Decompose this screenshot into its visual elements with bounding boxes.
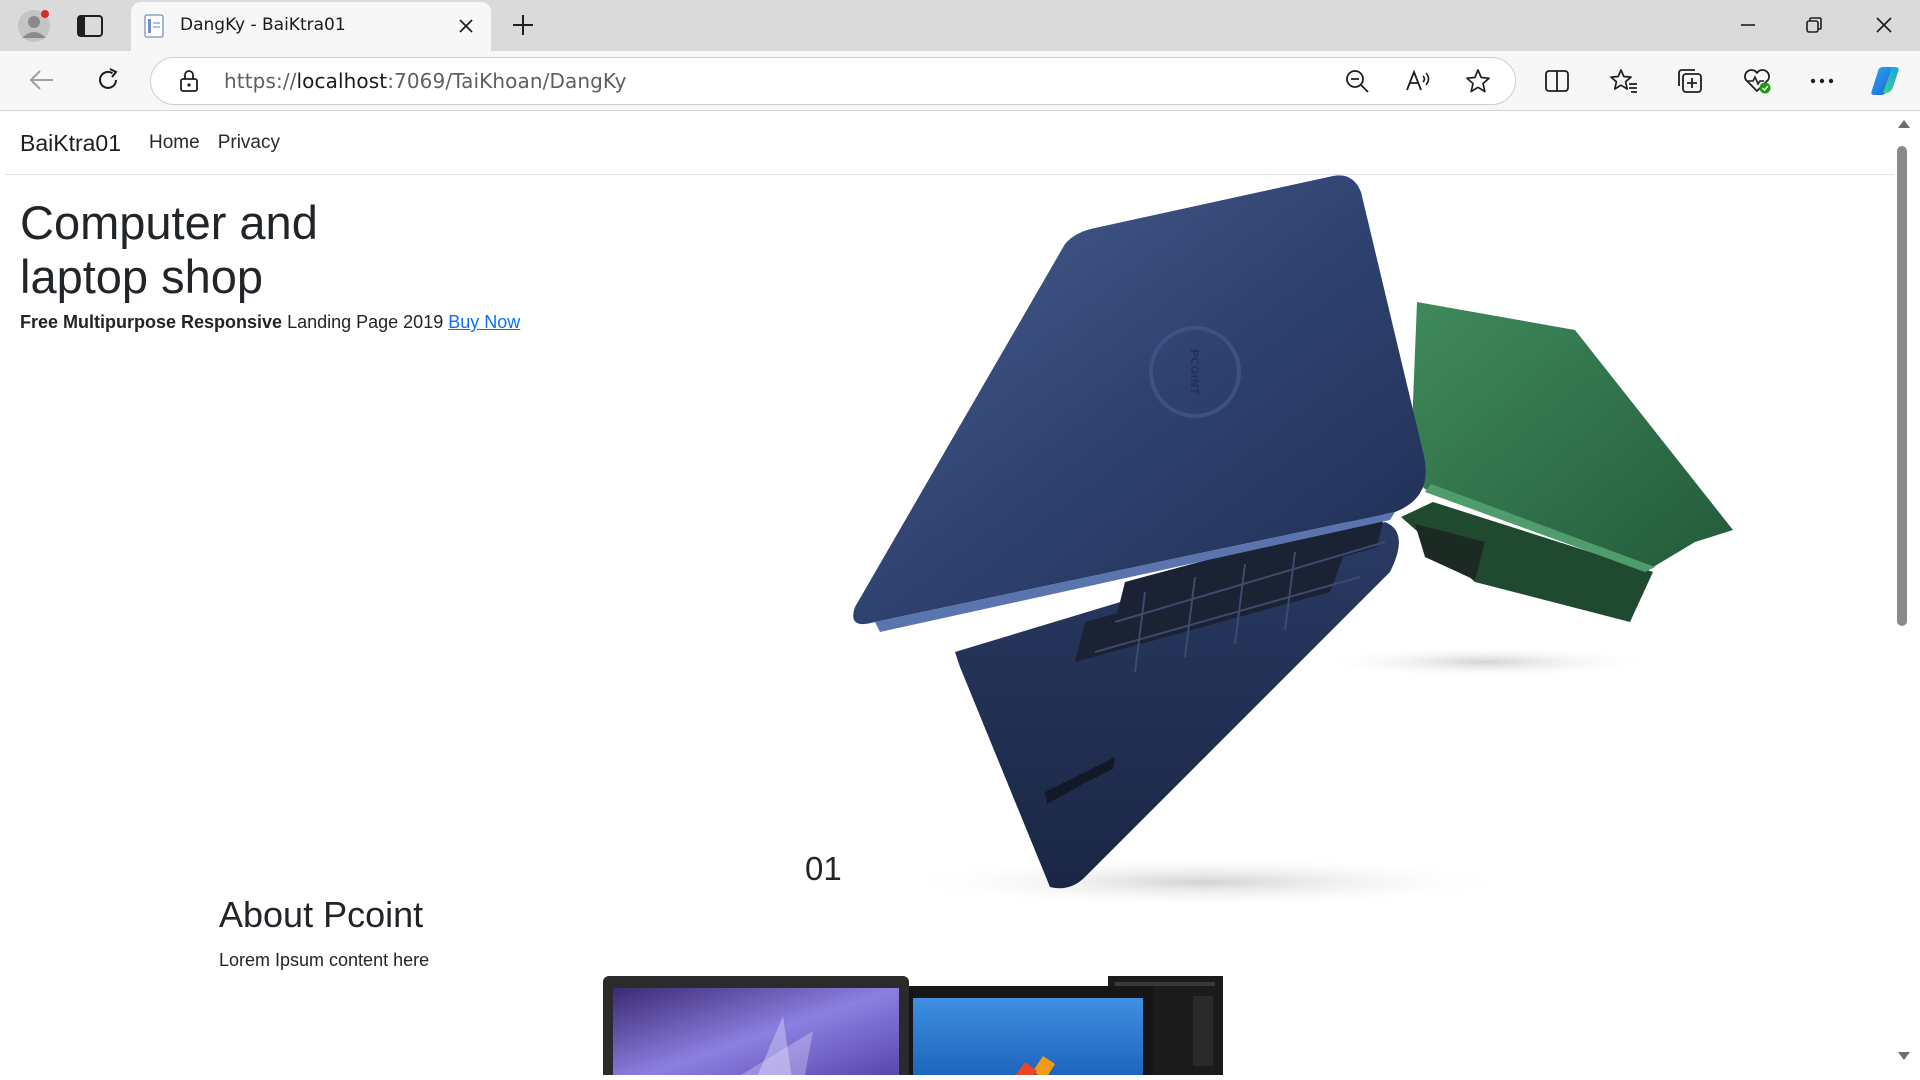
read-aloud-icon[interactable] bbox=[1401, 64, 1435, 98]
scroll-down-arrow-icon[interactable] bbox=[1898, 1052, 1910, 1060]
back-arrow-icon[interactable] bbox=[24, 62, 60, 98]
about-title: About Pcoint bbox=[219, 894, 424, 935]
about-text: Lorem Ipsum content here bbox=[219, 950, 430, 970]
copilot-icon[interactable] bbox=[1866, 62, 1904, 100]
refresh-icon[interactable] bbox=[90, 62, 126, 98]
tab-actions-icon[interactable] bbox=[72, 11, 108, 41]
url-path: :7069/TaiKhoan/DangKy bbox=[387, 69, 627, 93]
scrollbar-thumb[interactable] bbox=[1897, 146, 1907, 626]
collections-icon[interactable] bbox=[1673, 64, 1707, 98]
favorites-icon[interactable] bbox=[1607, 64, 1641, 98]
url-protocol: https:// bbox=[224, 69, 297, 93]
restore-icon[interactable] bbox=[1794, 8, 1834, 42]
zoom-out-icon[interactable] bbox=[1340, 64, 1374, 98]
hero-subtitle-text: Landing Page 2019 bbox=[282, 312, 449, 332]
scroll-up-arrow-icon[interactable] bbox=[1898, 120, 1910, 128]
page-viewport: BaiKtra01 Home Privacy Computer and lapt… bbox=[5, 112, 1894, 1075]
page-favicon-icon bbox=[142, 14, 166, 38]
nav-link-home[interactable]: Home bbox=[149, 132, 200, 154]
favorite-star-icon[interactable] bbox=[1461, 64, 1495, 98]
buy-now-link[interactable]: Buy Now bbox=[448, 312, 520, 332]
minimize-icon[interactable] bbox=[1728, 8, 1768, 42]
page-scrollbar[interactable] bbox=[1894, 112, 1914, 1075]
url-host: localhost bbox=[296, 69, 388, 93]
url-text[interactable]: https://localhost:7069/TaiKhoan/DangKy bbox=[224, 69, 627, 93]
hero-title: Computer and laptop shop bbox=[20, 196, 318, 303]
split-screen-icon[interactable] bbox=[1540, 64, 1574, 98]
hero-laptops-image: PCOINT bbox=[853, 175, 1733, 908]
plus-icon[interactable] bbox=[506, 8, 540, 42]
more-icon[interactable] bbox=[1805, 64, 1839, 98]
laptop-logo-text: PCOINT bbox=[1188, 349, 1201, 396]
tab-title: DangKy - BaiKtra01 bbox=[180, 15, 346, 35]
close-icon[interactable] bbox=[452, 12, 480, 40]
devices-image bbox=[603, 976, 1223, 1075]
window-close-icon[interactable] bbox=[1864, 8, 1904, 42]
profile-icon[interactable] bbox=[16, 8, 52, 44]
lock-icon[interactable] bbox=[174, 66, 204, 96]
performance-icon[interactable] bbox=[1740, 64, 1774, 98]
nav-link-privacy[interactable]: Privacy bbox=[218, 132, 280, 154]
hero-subtitle-bold: Free Multipurpose Responsive bbox=[20, 312, 283, 332]
site-brand-link[interactable]: BaiKtra01 bbox=[20, 130, 121, 157]
hero-subtitle: Free Multipurpose Responsive Landing Pag… bbox=[20, 312, 520, 333]
section-counter: 01 bbox=[805, 850, 842, 887]
